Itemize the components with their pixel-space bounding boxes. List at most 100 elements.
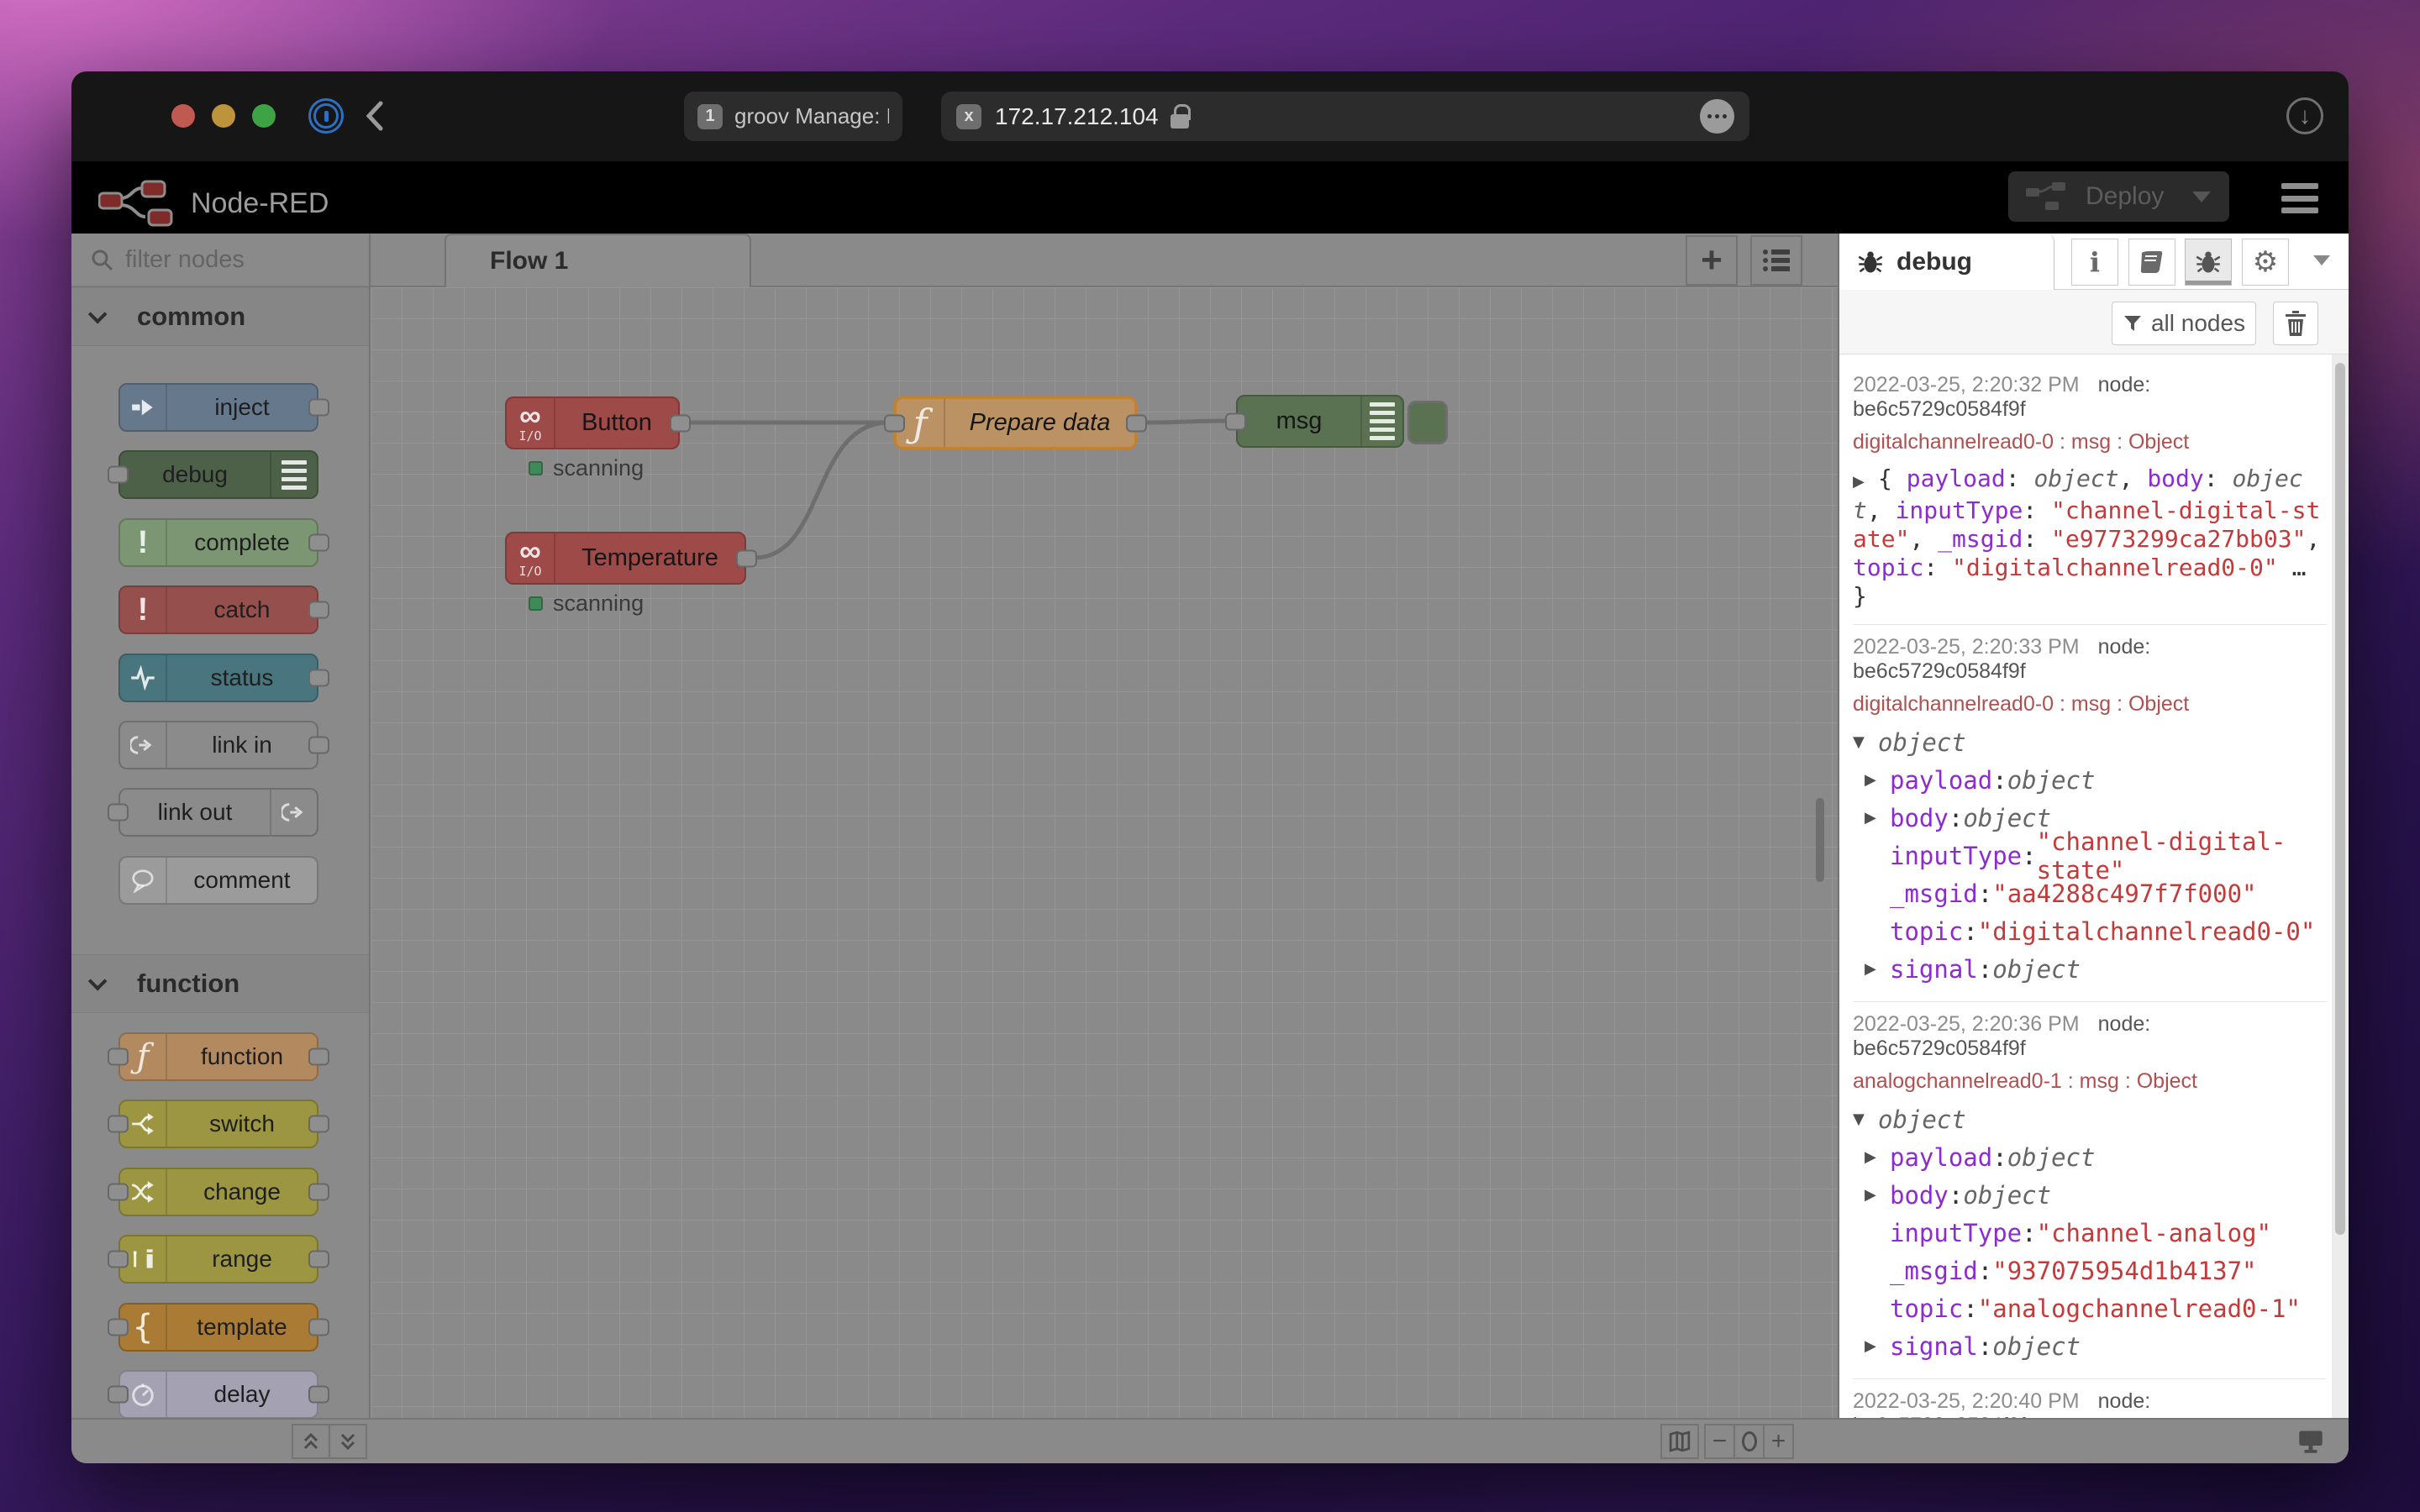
json-tree-row[interactable]: _msgid: "aa4288c497f7f000": [1853, 874, 2327, 912]
input-port: [108, 1318, 129, 1336]
palette-node-label: switch: [209, 1110, 275, 1137]
debug-message[interactable]: 2022-03-25, 2:20:32 PM node: be6c5729c058…: [1853, 363, 2327, 625]
debug-message[interactable]: 2022-03-25, 2:20:33 PM node: be6c5729c058…: [1853, 625, 2327, 1002]
navigator-button[interactable]: [1660, 1424, 1699, 1459]
debug-scrollbar[interactable]: [2332, 354, 2349, 1418]
output-port[interactable]: [736, 549, 757, 567]
address-bar-tab[interactable]: x 172.17.212.104: [941, 92, 1749, 141]
sidebar-options-caret-icon[interactable]: [2313, 255, 2330, 265]
palette-node-function[interactable]: ƒ function: [108, 1032, 329, 1081]
message-subject: analogchannelread0-1 : msg : Object: [1853, 1069, 2197, 1093]
debug-tab-button[interactable]: [2185, 239, 2232, 286]
palette-node-catch[interactable]: ! catch: [118, 585, 329, 634]
double-chevron-down-icon: [340, 1433, 355, 1451]
debug-filter-button[interactable]: all nodes: [2112, 302, 2256, 345]
info-tab-button[interactable]: i: [2071, 239, 2118, 286]
palette-node-comment[interactable]: comment: [118, 856, 318, 905]
trash-icon: [2286, 311, 2306, 336]
deploy-options-caret-icon[interactable]: [2192, 191, 2212, 202]
deploy-button[interactable]: Deploy: [2008, 171, 2229, 222]
palette-node-link-out[interactable]: link out: [108, 788, 318, 837]
json-tree-row[interactable]: _msgid: "937075954d1b4137": [1853, 1252, 2327, 1289]
input-port[interactable]: [884, 414, 905, 432]
minimize-window-button[interactable]: [212, 104, 235, 128]
palette-section-header-function[interactable]: function: [71, 954, 369, 1013]
flow-node-msg-debug[interactable]: msg: [1225, 395, 1404, 448]
link-icon: [270, 790, 317, 835]
output-port[interactable]: [1126, 414, 1147, 432]
palette-node-status[interactable]: status: [118, 654, 329, 702]
zoom-reset-button[interactable]: [1733, 1424, 1765, 1459]
add-flow-button[interactable]: +: [1686, 235, 1738, 286]
json-tree-row[interactable]: ▼ object: [1853, 1100, 2327, 1138]
section-title: function: [137, 969, 240, 998]
password-extension-icon[interactable]: [308, 98, 344, 134]
groov-io-icon: ∞ I/O: [507, 398, 555, 448]
main-menu-icon[interactable]: [2281, 183, 2318, 213]
palette-search[interactable]: [71, 234, 369, 287]
canvas-grid[interactable]: ∞ I/O Button scanning ∞ I/O Temperature sc…: [371, 287, 1838, 1418]
search-input[interactable]: [125, 245, 327, 274]
clear-messages-button[interactable]: [2273, 302, 2318, 345]
flow-node-button[interactable]: ∞ I/O Button: [505, 396, 691, 449]
flow-node-temperature[interactable]: ∞ I/O Temperature: [505, 532, 757, 585]
output-port: [308, 398, 329, 417]
json-tree-row[interactable]: ▶ body: object: [1853, 1176, 2327, 1214]
palette-node-inject[interactable]: inject: [118, 383, 329, 432]
fullscreen-window-button[interactable]: [252, 104, 276, 128]
palette-expand-all-button[interactable]: [329, 1424, 367, 1459]
json-tree-row[interactable]: inputType: "channel-analog": [1853, 1214, 2327, 1252]
zoom-controls: − +: [1704, 1424, 1794, 1459]
back-icon[interactable]: [364, 100, 386, 132]
json-tree-row[interactable]: ▼ object: [1853, 723, 2327, 761]
url-text[interactable]: 172.17.212.104: [995, 103, 1159, 130]
palette-node-template[interactable]: {template: [108, 1303, 329, 1352]
json-tree-row[interactable]: ▶ signal: object: [1853, 950, 2327, 988]
zoom-in-button[interactable]: +: [1763, 1424, 1794, 1459]
input-port[interactable]: [1225, 412, 1246, 430]
debug-message[interactable]: 2022-03-25, 2:20:36 PM node: be6c5729c058…: [1853, 1002, 2327, 1379]
inject-icon: [120, 385, 167, 430]
flow-node-prepare-data[interactable]: ƒ Prepare data: [884, 396, 1147, 449]
message-meta: 2022-03-25, 2:20:32 PM node: be6c5729c058…: [1853, 373, 2151, 421]
palette-divider[interactable]: [369, 234, 371, 1463]
input-port: [108, 803, 129, 822]
close-window-button[interactable]: [171, 104, 195, 128]
json-tree-row[interactable]: topic: "analogchannelread0-1": [1853, 1289, 2327, 1327]
palette-section-header-common[interactable]: common: [71, 287, 369, 346]
canvas-scrollbar[interactable]: [1812, 287, 1828, 1418]
flow-list-button[interactable]: [1750, 235, 1802, 286]
palette-node-delay[interactable]: delay: [108, 1370, 329, 1418]
json-tree-row[interactable]: topic: "digitalchannelread0-0": [1853, 912, 2327, 950]
sidebar-divider[interactable]: [1838, 234, 1839, 1418]
palette-node-debug[interactable]: debug: [108, 450, 318, 499]
json-tree-row[interactable]: ▶ signal: object: [1853, 1327, 2327, 1365]
palette-node-complete[interactable]: ! complete: [118, 518, 329, 567]
json-tree-row[interactable]: inputType: "channel-digital-state": [1853, 827, 2327, 885]
open-debug-window-button[interactable]: [2291, 1424, 2330, 1459]
palette-collapse-all-button[interactable]: [292, 1424, 330, 1459]
output-port[interactable]: [670, 414, 691, 432]
more-options-icon[interactable]: [1700, 99, 1734, 134]
debug-sidebar: debug i ⚙ all nodes 2022-03-25, 2:20:32 …: [1839, 234, 2349, 1418]
message-node-id: node: be6c5729c0584f9f: [1853, 1012, 2151, 1060]
palette-node-switch[interactable]: switch: [108, 1100, 329, 1148]
palette-node-link-in[interactable]: link in: [118, 721, 329, 769]
palette-node-range[interactable]: range: [108, 1235, 329, 1284]
message-json-tree: ▼ object ▶ payload: object ▶ body: object inpu…: [1853, 723, 2327, 988]
flow-tab[interactable]: Flow 1: [445, 234, 751, 287]
zoom-out-button[interactable]: −: [1704, 1424, 1735, 1459]
json-tree-row[interactable]: ▶ payload: object: [1853, 1138, 2327, 1176]
help-tab-button[interactable]: [2128, 239, 2175, 286]
tab-debug[interactable]: debug: [1839, 234, 2054, 290]
debug-enable-toggle[interactable]: [1407, 401, 1448, 444]
debug-message[interactable]: 2022-03-25, 2:20:40 PMnode: be6c5729c058…: [1853, 1379, 2327, 1418]
message-node-id: node: be6c5729c0584f9f: [1853, 373, 2151, 421]
downloads-icon[interactable]: ↓: [2286, 97, 2323, 134]
json-tree-row[interactable]: ▶ payload: object: [1853, 761, 2327, 799]
browser-tab-groov[interactable]: 1 groov Manage: N...: [684, 92, 902, 141]
message-json-collapsed[interactable]: ▶{ payload: object, body: object, inputT…: [1853, 465, 2327, 611]
message-subject: digitalchannelread0-0 : msg : Object: [1853, 692, 2190, 716]
config-tab-button[interactable]: ⚙: [2242, 239, 2289, 286]
palette-node-change[interactable]: change: [108, 1168, 329, 1216]
